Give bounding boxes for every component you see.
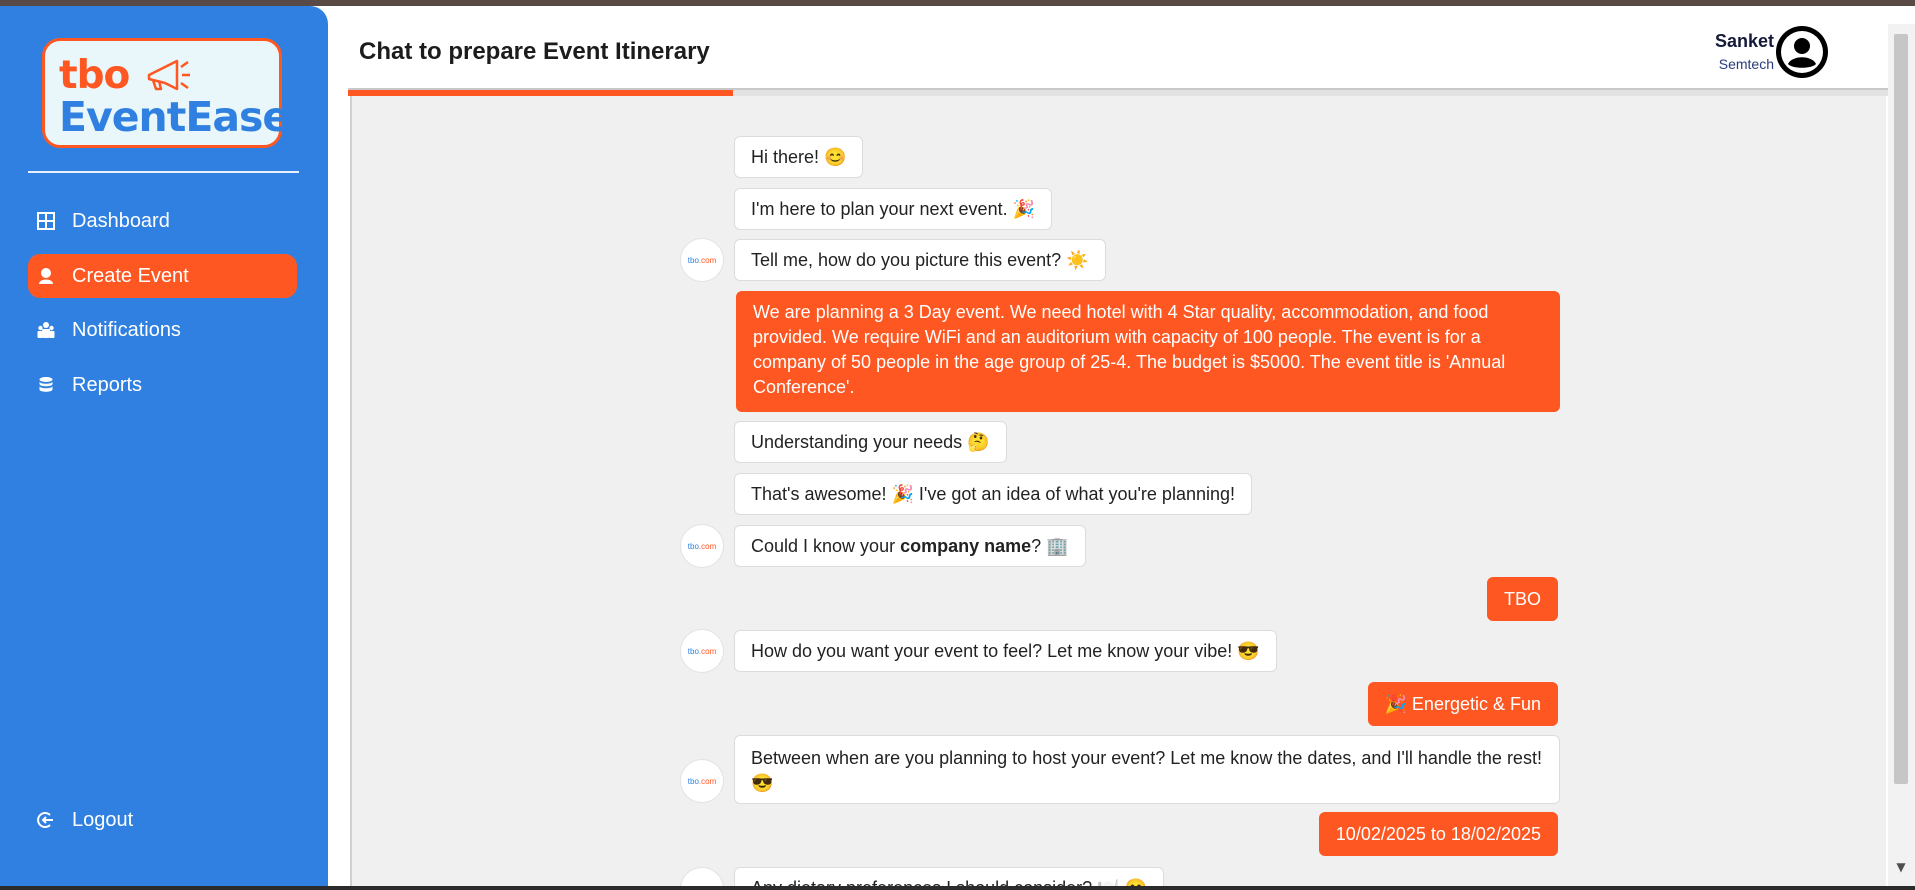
sidebar-item-dashboard[interactable]: Dashboard	[28, 199, 297, 243]
user-organization: Semtech	[1718, 56, 1774, 72]
sidebar-item-label: Dashboard	[72, 209, 170, 232]
bot-message: Tell me, how do you picture this event? …	[734, 239, 1106, 281]
chat-scrollbar[interactable]: ▼	[1888, 24, 1915, 886]
logout-label: Logout	[72, 808, 134, 831]
scroll-down-arrow-icon[interactable]: ▼	[1894, 860, 1908, 874]
user-name: Sanket	[1714, 31, 1774, 51]
megaphone-icon	[147, 59, 190, 91]
app-logo[interactable]: tbo EventEase	[42, 38, 290, 148]
top-header: Chat to prepare Event Itinerary Sanket S…	[348, 10, 1888, 90]
bot-avatar: tbo.com	[680, 759, 724, 803]
scroll-thumb[interactable]	[1894, 34, 1908, 784]
window-bottom-edge	[0, 886, 1915, 890]
sidebar-item-create-event[interactable]: Create Event	[28, 254, 297, 298]
bot-avatar: tbo.com	[680, 867, 724, 886]
avatar[interactable]	[1774, 24, 1830, 80]
bot-message: Any dietary preferences I should conside…	[734, 867, 1165, 886]
sidebar-item-label: Notifications	[72, 318, 181, 341]
logout-button[interactable]: Logout	[28, 798, 297, 842]
logo-text-tbo: tbo	[59, 53, 130, 98]
sidebar: tbo EventEase Dashboard Create Event Not…	[0, 6, 328, 886]
grid-icon	[36, 211, 56, 231]
people-icon	[36, 320, 56, 340]
page-title: Chat to prepare Event Itinerary	[359, 38, 710, 65]
bot-message: How do you want your event to feel? Let …	[734, 630, 1277, 672]
bot-avatar: tbo.com	[680, 238, 724, 282]
bot-message: I'm here to plan your next event. 🎉	[734, 188, 1052, 230]
logo-text-eventease: EventEase	[59, 93, 290, 141]
user-message: 10/02/2025 to 18/02/2025	[1318, 812, 1558, 856]
sidebar-item-reports[interactable]: Reports	[28, 363, 297, 407]
bot-message: That's awesome! 🎉 I've got an idea of wh…	[734, 473, 1252, 515]
bot-avatar: tbo.com	[680, 524, 724, 568]
sidebar-item-notifications[interactable]: Notifications	[28, 308, 297, 352]
database-icon	[36, 375, 56, 395]
bot-message: Could I know your company name? 🏢	[734, 525, 1086, 567]
sidebar-divider	[28, 171, 299, 173]
user-message: We are planning a 3 Day event. We need h…	[736, 291, 1560, 412]
sidebar-item-label: Create Event	[72, 264, 189, 287]
bot-message: Understanding your needs 🤔	[734, 421, 1007, 463]
sidebar-item-label: Reports	[72, 373, 143, 396]
user-message: TBO	[1486, 577, 1558, 621]
chat-area[interactable]: Hi there! 😊 I'm here to plan your next e…	[350, 96, 1886, 886]
bot-avatar: tbo.com	[680, 629, 724, 673]
bot-message: Hi there! 😊	[734, 136, 864, 178]
user-message: 🎉 Energetic & Fun	[1367, 682, 1558, 726]
create-event-icon	[36, 266, 56, 286]
logout-icon	[36, 810, 56, 830]
bot-message: Between when are you planning to host yo…	[734, 735, 1560, 804]
